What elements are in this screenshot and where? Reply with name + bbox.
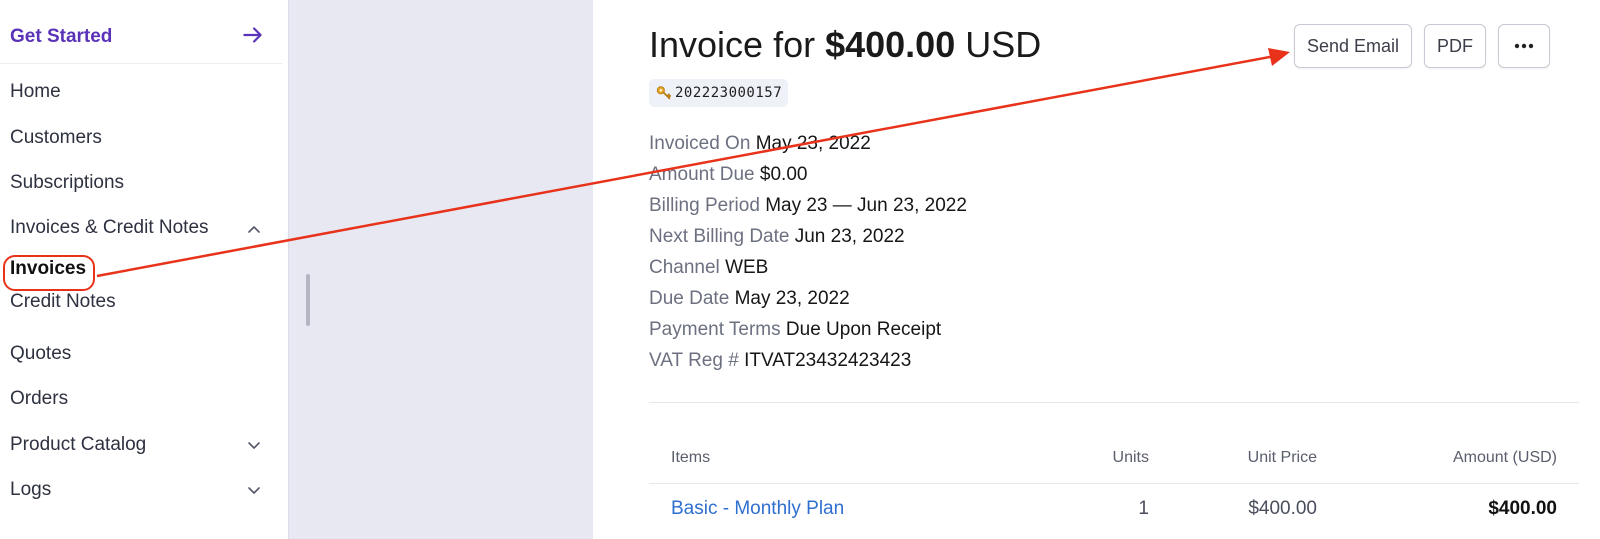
detail-value: Jun 23, 2022: [794, 226, 905, 247]
detail-row: Due Date May 23, 2022: [649, 288, 967, 319]
detail-row: VAT Reg # ITVAT23432423423: [649, 350, 967, 381]
sidebar-item-home[interactable]: Home: [10, 81, 61, 103]
detail-row: Amount Due $0.00: [649, 164, 967, 195]
detail-label: VAT Reg #: [649, 350, 739, 371]
detail-value: May 23 — Jun 23, 2022: [765, 195, 967, 216]
detail-value: $0.00: [759, 164, 808, 185]
invoice-detail-panel: Invoice for $400.00 USD 202223000157 Sen…: [593, 0, 1600, 539]
table-header-row: Items Units Unit Price Amount (USD): [649, 437, 1579, 484]
item-amount: $400.00: [1488, 498, 1557, 519]
action-toolbar: Send Email PDF: [1293, 24, 1550, 68]
resize-handle[interactable]: [306, 274, 310, 326]
get-started-label: Get Started: [10, 26, 113, 47]
detail-value: May 23, 2022: [755, 133, 871, 154]
annotation-highlight-ring: [3, 255, 95, 291]
title-prefix: Invoice for: [649, 24, 826, 65]
header-unit-price: Unit Price: [1247, 449, 1317, 466]
sidebar-item-customers[interactable]: Customers: [10, 127, 102, 149]
get-started-link[interactable]: Get Started: [0, 0, 282, 64]
detail-label: Payment Terms: [649, 319, 781, 340]
table-row: Basic - Monthly Plan 1 $400.00 $400.00: [649, 484, 1579, 539]
header-units: Units: [1112, 449, 1149, 466]
detail-label: Next Billing Date: [649, 226, 790, 247]
more-horizontal-icon: [1514, 43, 1534, 49]
detail-value: May 23, 2022: [734, 288, 850, 309]
detail-row: Next Billing Date Jun 23, 2022: [649, 226, 967, 257]
arrow-right-icon: [243, 27, 262, 43]
detail-label: Channel: [649, 257, 720, 278]
send-email-button[interactable]: Send Email: [1293, 24, 1412, 68]
detail-row: Payment Terms Due Upon Receipt: [649, 319, 967, 350]
detail-label: Amount Due: [649, 164, 755, 185]
detail-label: Due Date: [649, 288, 730, 309]
more-actions-button[interactable]: [1498, 24, 1550, 68]
detail-row: Invoiced On May 23, 2022: [649, 133, 967, 164]
item-units: 1: [1138, 498, 1149, 519]
invoice-details: Invoiced On May 23, 2022 Amount Due $0.0…: [649, 133, 967, 381]
title-amount: $400.00: [825, 24, 956, 65]
sidebar-item-invoices-credit-notes[interactable]: Invoices & Credit Notes: [10, 217, 209, 239]
header-amount: Amount (USD): [1452, 449, 1557, 466]
invoice-id: 202223000157: [675, 85, 783, 101]
key-icon: [656, 86, 672, 100]
item-link[interactable]: Basic - Monthly Plan: [671, 498, 844, 520]
page-title: Invoice for $400.00 USD: [649, 24, 1041, 66]
sidebar: Get Started Home Customers Subscriptions…: [0, 0, 288, 539]
sidebar-item-product-catalog[interactable]: Product Catalog: [10, 434, 146, 456]
detail-value: WEB: [725, 257, 769, 278]
list-pane: [288, 0, 593, 539]
chevron-up-icon[interactable]: [246, 222, 262, 238]
header-items: Items: [671, 449, 711, 466]
sidebar-item-logs[interactable]: Logs: [10, 479, 51, 501]
section-divider: [649, 402, 1579, 403]
detail-value: Due Upon Receipt: [785, 319, 942, 340]
detail-value: ITVAT23432423423: [744, 350, 912, 371]
sidebar-item-subscriptions[interactable]: Subscriptions: [10, 172, 124, 194]
invoice-id-badge: 202223000157: [649, 79, 789, 107]
detail-row: Channel WEB: [649, 257, 967, 288]
chevron-down-icon[interactable]: [246, 437, 262, 453]
detail-row: Billing Period May 23 — Jun 23, 2022: [649, 195, 967, 226]
title-currency: USD: [955, 24, 1042, 65]
detail-label: Billing Period: [649, 195, 760, 216]
line-items-table: Items Units Unit Price Amount (USD) Basi…: [649, 437, 1579, 539]
sidebar-item-orders[interactable]: Orders: [10, 388, 68, 410]
chevron-down-icon[interactable]: [246, 482, 262, 498]
sidebar-item-quotes[interactable]: Quotes: [10, 343, 71, 365]
pdf-button[interactable]: PDF: [1424, 24, 1486, 68]
sidebar-item-credit-notes[interactable]: Credit Notes: [10, 291, 116, 313]
detail-label: Invoiced On: [649, 133, 751, 154]
item-unit-price: $400.00: [1248, 498, 1317, 519]
